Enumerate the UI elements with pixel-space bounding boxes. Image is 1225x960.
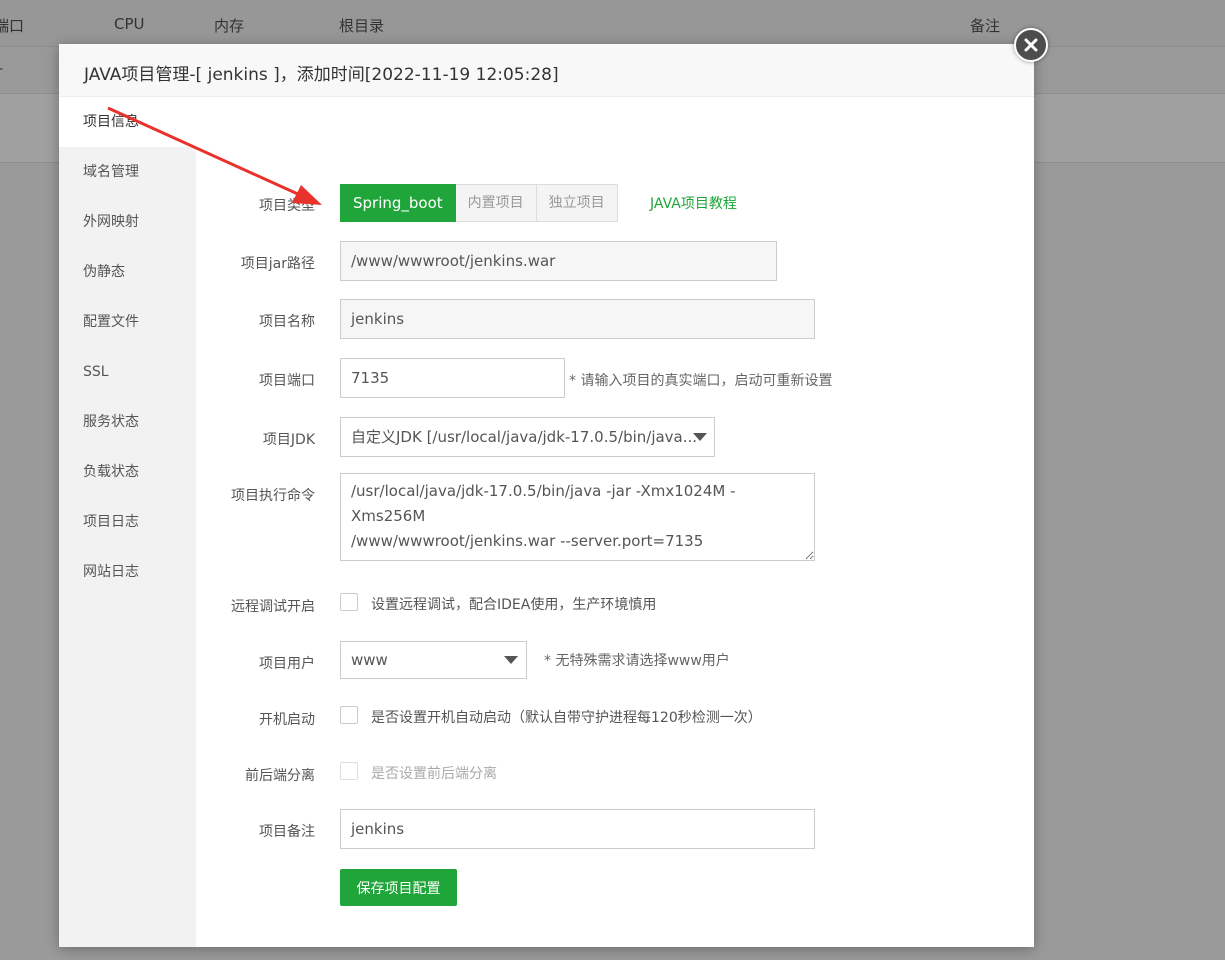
frontend-separation-text: 是否设置前后端分离 bbox=[371, 766, 497, 782]
project-port-label: 项目端口 bbox=[259, 373, 315, 389]
project-user-label: 项目用户 bbox=[259, 656, 315, 672]
project-name-field[interactable]: jenkins bbox=[340, 299, 815, 339]
close-icon bbox=[1024, 38, 1038, 52]
jar-path-field[interactable]: /www/wwwroot/jenkins.war bbox=[340, 241, 777, 281]
auto-start-label: 开机启动 bbox=[259, 712, 315, 728]
chevron-down-icon bbox=[504, 656, 518, 664]
java-tutorial-link[interactable]: JAVA项目教程 bbox=[650, 193, 737, 213]
project-port-hint: * 请输入项目的真实端口，启动可重新设置 bbox=[569, 373, 833, 389]
column-memory: 内存 bbox=[214, 17, 245, 35]
type-standalone-button[interactable]: 独立项目 bbox=[536, 184, 618, 222]
column-note: 备注 bbox=[970, 17, 1001, 35]
project-user-hint: * 无特殊需求请选择www用户 bbox=[544, 653, 730, 669]
column-root: 根目录 bbox=[339, 17, 385, 35]
project-settings-modal: JAVA项目管理-[ jenkins ]，添加时间[2022-11-19 12:… bbox=[59, 44, 1034, 947]
auto-start-checkbox[interactable] bbox=[340, 706, 358, 724]
jar-path-label: 项目jar路径 bbox=[240, 256, 315, 272]
project-jdk-label: 项目JDK bbox=[262, 432, 315, 448]
project-type-label: 项目类型 bbox=[259, 198, 315, 214]
project-user-select[interactable]: www bbox=[340, 641, 527, 679]
remote-debug-label: 远程调试开启 bbox=[231, 599, 315, 615]
modal-header: JAVA项目管理-[ jenkins ]，添加时间[2022-11-19 12:… bbox=[59, 44, 1034, 97]
modal-sidebar: 项目信息 域名管理 外网映射 伪静态 配置文件 SSL 服务状态 负载状态 项目… bbox=[59, 97, 196, 947]
frontend-separation-checkbox[interactable] bbox=[340, 762, 358, 780]
exec-command-textarea[interactable] bbox=[340, 473, 815, 561]
project-name-label: 项目名称 bbox=[259, 314, 315, 330]
sidebar-item-project-info[interactable]: 项目信息 bbox=[59, 97, 196, 147]
project-user-value: www bbox=[351, 651, 388, 669]
frontend-separation-label: 前后端分离 bbox=[245, 768, 315, 784]
sidebar-item-site-log[interactable]: 网站日志 bbox=[59, 547, 196, 597]
column-cpu: CPU bbox=[114, 15, 145, 33]
type-spring-boot-button[interactable]: Spring_boot bbox=[340, 184, 456, 222]
project-jdk-value: 自定义JDK [/usr/local/java/jdk-17.0.5/bin/j… bbox=[351, 428, 698, 446]
project-jdk-select[interactable]: 自定义JDK [/usr/local/java/jdk-17.0.5/bin/j… bbox=[340, 417, 715, 457]
column-port: 端口 bbox=[0, 17, 25, 35]
project-port-input[interactable]: 7135 bbox=[340, 358, 565, 398]
row-text: - bbox=[0, 61, 3, 77]
sidebar-item-domain-management[interactable]: 域名管理 bbox=[59, 147, 196, 197]
remote-debug-text: 设置远程调试，配合IDEA使用，生产环境慎用 bbox=[371, 597, 657, 613]
type-builtin-button[interactable]: 内置项目 bbox=[455, 184, 537, 222]
auto-start-text: 是否设置开机自动启动（默认自带守护进程每120秒检测一次） bbox=[371, 710, 762, 726]
project-info-form: 项目类型 Spring_boot 内置项目 独立项目 JAVA项目教程 项目ja… bbox=[196, 97, 1034, 947]
save-project-config-button[interactable]: 保存项目配置 bbox=[340, 869, 457, 906]
project-note-input[interactable]: jenkins bbox=[340, 809, 815, 849]
chevron-down-icon bbox=[693, 433, 707, 441]
modal-title: JAVA项目管理-[ jenkins ]，添加时间[2022-11-19 12:… bbox=[84, 65, 559, 85]
close-button[interactable] bbox=[1014, 28, 1048, 62]
project-type-selector: Spring_boot 内置项目 独立项目 bbox=[340, 184, 618, 222]
project-note-label: 项目备注 bbox=[259, 824, 315, 840]
exec-command-label: 项目执行命令 bbox=[231, 488, 315, 504]
remote-debug-checkbox[interactable] bbox=[340, 593, 358, 611]
